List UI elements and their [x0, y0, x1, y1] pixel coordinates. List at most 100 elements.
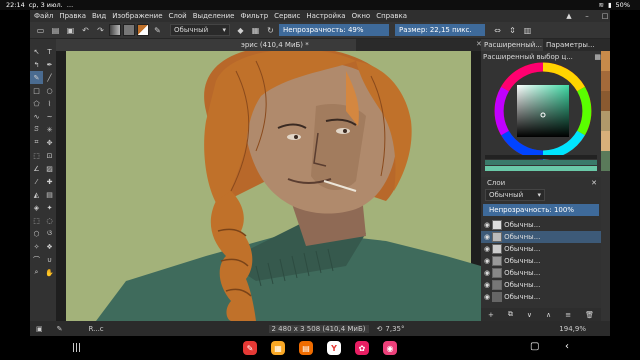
bezier-tool-icon[interactable]: ∿: [30, 110, 43, 123]
freehand-select-icon[interactable]: ଓ: [43, 227, 56, 240]
menu-tools[interactable]: Сервис: [274, 12, 300, 20]
save-icon[interactable]: ▣: [64, 24, 77, 37]
app-icon-camera[interactable]: ◉: [383, 341, 397, 355]
menu-select[interactable]: Выделение: [193, 12, 235, 20]
gradient-tool-icon[interactable]: ▤: [43, 188, 56, 201]
maximize-icon[interactable]: □: [600, 12, 610, 20]
menu-window[interactable]: Окно: [352, 12, 371, 20]
menu-image[interactable]: Изображение: [112, 12, 162, 20]
brush-preset-icon[interactable]: ✎: [151, 24, 164, 37]
move-up-icon[interactable]: ∧: [546, 311, 551, 319]
pattern-swatch[interactable]: [123, 24, 135, 36]
bezier-select-icon[interactable]: ⌒: [30, 253, 43, 266]
menu-filter[interactable]: Фильтр: [240, 12, 268, 20]
home-icon[interactable]: ▢: [530, 341, 539, 352]
pan-tool-icon[interactable]: ✋: [43, 266, 56, 279]
menu-layer[interactable]: Слой: [169, 12, 187, 20]
eye-icon[interactable]: ◉: [484, 293, 490, 301]
add-layer-icon[interactable]: +: [488, 311, 494, 319]
text-tool-icon[interactable]: T: [43, 45, 56, 58]
app-icon-flower[interactable]: ✿: [355, 341, 369, 355]
eraser-mode-icon[interactable]: ◆: [234, 24, 247, 37]
polygon-tool-icon[interactable]: ⬠: [30, 97, 43, 110]
eye-icon[interactable]: ◉: [484, 257, 490, 265]
transform-tool-icon[interactable]: ⬚: [30, 149, 43, 162]
dynamic-brush-icon[interactable]: ꕶ: [30, 123, 43, 136]
drawing-canvas[interactable]: [56, 51, 481, 321]
alpha-lock-icon[interactable]: ▦: [249, 24, 262, 37]
assistant-tool-icon[interactable]: ⊡: [43, 149, 56, 162]
layer-row[interactable]: ◉ Обычны...: [481, 231, 601, 243]
layer-row[interactable]: ◉ Обычны...: [481, 255, 601, 267]
open-document-icon[interactable]: ▤: [49, 24, 62, 37]
redo-icon[interactable]: ↷: [94, 24, 107, 37]
freehand-brush-icon[interactable]: ✎: [30, 71, 43, 84]
rect-select-icon[interactable]: ⬚: [30, 214, 43, 227]
reload-preset-icon[interactable]: ↻: [264, 24, 277, 37]
edit-shapes-icon[interactable]: ↰: [30, 58, 43, 71]
mirror-horizontal-icon[interactable]: ⇔: [491, 24, 504, 37]
ellipse-tool-icon[interactable]: ○: [43, 84, 56, 97]
document-tab[interactable]: эрис (410,4 МиБ) *: [56, 39, 356, 51]
fill-tool-icon[interactable]: ◭: [30, 188, 43, 201]
layer-row[interactable]: ◉ Обычны...: [481, 219, 601, 231]
tab-tool-options[interactable]: Параметры...: [543, 39, 601, 51]
zoom-tool-icon[interactable]: ⌕: [30, 266, 43, 279]
layer-row[interactable]: ◉ Обычны...: [481, 243, 601, 255]
fg-bg-color-swatch[interactable]: [137, 24, 149, 36]
enclose-fill-icon[interactable]: ◈: [30, 201, 43, 214]
eye-icon[interactable]: ◉: [484, 269, 490, 277]
move-down-icon[interactable]: ∨: [527, 311, 532, 319]
reference-tool-icon[interactable]: ▨: [43, 162, 56, 175]
calligraphy-icon[interactable]: ✒: [43, 58, 56, 71]
size-slider[interactable]: Размер: 22,15 пикс.: [395, 24, 485, 36]
eye-icon[interactable]: ◉: [484, 221, 490, 229]
duplicate-layer-icon[interactable]: ⧉: [508, 310, 513, 319]
line-tool-icon[interactable]: ╱: [43, 71, 56, 84]
opacity-slider[interactable]: Непрозрачность: 49%: [279, 24, 389, 36]
menu-help[interactable]: Справка: [376, 12, 407, 20]
eye-icon[interactable]: ◉: [484, 281, 490, 289]
minimize-icon[interactable]: –: [582, 12, 592, 20]
similar-select-icon[interactable]: ❖: [43, 240, 56, 253]
menu-file[interactable]: Файл: [34, 12, 53, 20]
eye-icon[interactable]: ◉: [484, 233, 490, 241]
menu-view[interactable]: Вид: [92, 12, 106, 20]
app-icon-red[interactable]: ✎: [243, 341, 257, 355]
app-icon-orange[interactable]: ▤: [299, 341, 313, 355]
colorize-mask-icon[interactable]: ✦: [43, 201, 56, 214]
tab-advanced-color[interactable]: Расширенный...: [481, 39, 543, 51]
layer-blend-select[interactable]: Обычный ▾: [485, 189, 545, 201]
freehand-path-icon[interactable]: ~: [43, 110, 56, 123]
color-wheel[interactable]: [481, 61, 601, 176]
polygon-select-icon[interactable]: ⬡: [30, 227, 43, 240]
magnetic-select-icon[interactable]: ∪: [43, 253, 56, 266]
multibrush-icon[interactable]: ✳: [43, 123, 56, 136]
layer-opacity-slider[interactable]: Непрозрачность: 100%: [483, 204, 599, 216]
palette-strip[interactable]: [601, 51, 610, 321]
undo-icon[interactable]: ↶: [79, 24, 92, 37]
menu-settings[interactable]: Настройка: [306, 12, 345, 20]
contiguous-select-icon[interactable]: ✧: [30, 240, 43, 253]
crop-tool-icon[interactable]: ⌗: [30, 136, 43, 149]
move-tool-icon[interactable]: ✥: [43, 136, 56, 149]
color-picker-icon[interactable]: ⁄: [30, 175, 43, 188]
blend-mode-select[interactable]: Обычный ▾: [170, 24, 230, 36]
settings-icon[interactable]: ▦: [594, 53, 601, 61]
layer-row[interactable]: ◉ Обычны...: [481, 291, 601, 303]
measure-tool-icon[interactable]: ∠: [30, 162, 43, 175]
select-shapes-icon[interactable]: ↖: [30, 45, 43, 58]
menu-edit[interactable]: Правка: [59, 12, 86, 20]
layer-properties-icon[interactable]: ≡: [565, 311, 571, 319]
pin-icon[interactable]: ▲: [564, 12, 574, 20]
layer-row[interactable]: ◉ Обычны...: [481, 279, 601, 291]
gradient-swatch[interactable]: [109, 24, 121, 36]
app-icon-yandex[interactable]: Y: [327, 341, 341, 355]
recent-apps-icon[interactable]: |||: [72, 343, 81, 353]
delete-layer-icon[interactable]: 🗑: [585, 311, 594, 319]
rectangle-tool-icon[interactable]: □: [30, 84, 43, 97]
back-icon[interactable]: ‹: [565, 341, 569, 352]
new-document-icon[interactable]: ▭: [34, 24, 47, 37]
eye-icon[interactable]: ◉: [484, 245, 490, 253]
polyline-tool-icon[interactable]: ⌇: [43, 97, 56, 110]
